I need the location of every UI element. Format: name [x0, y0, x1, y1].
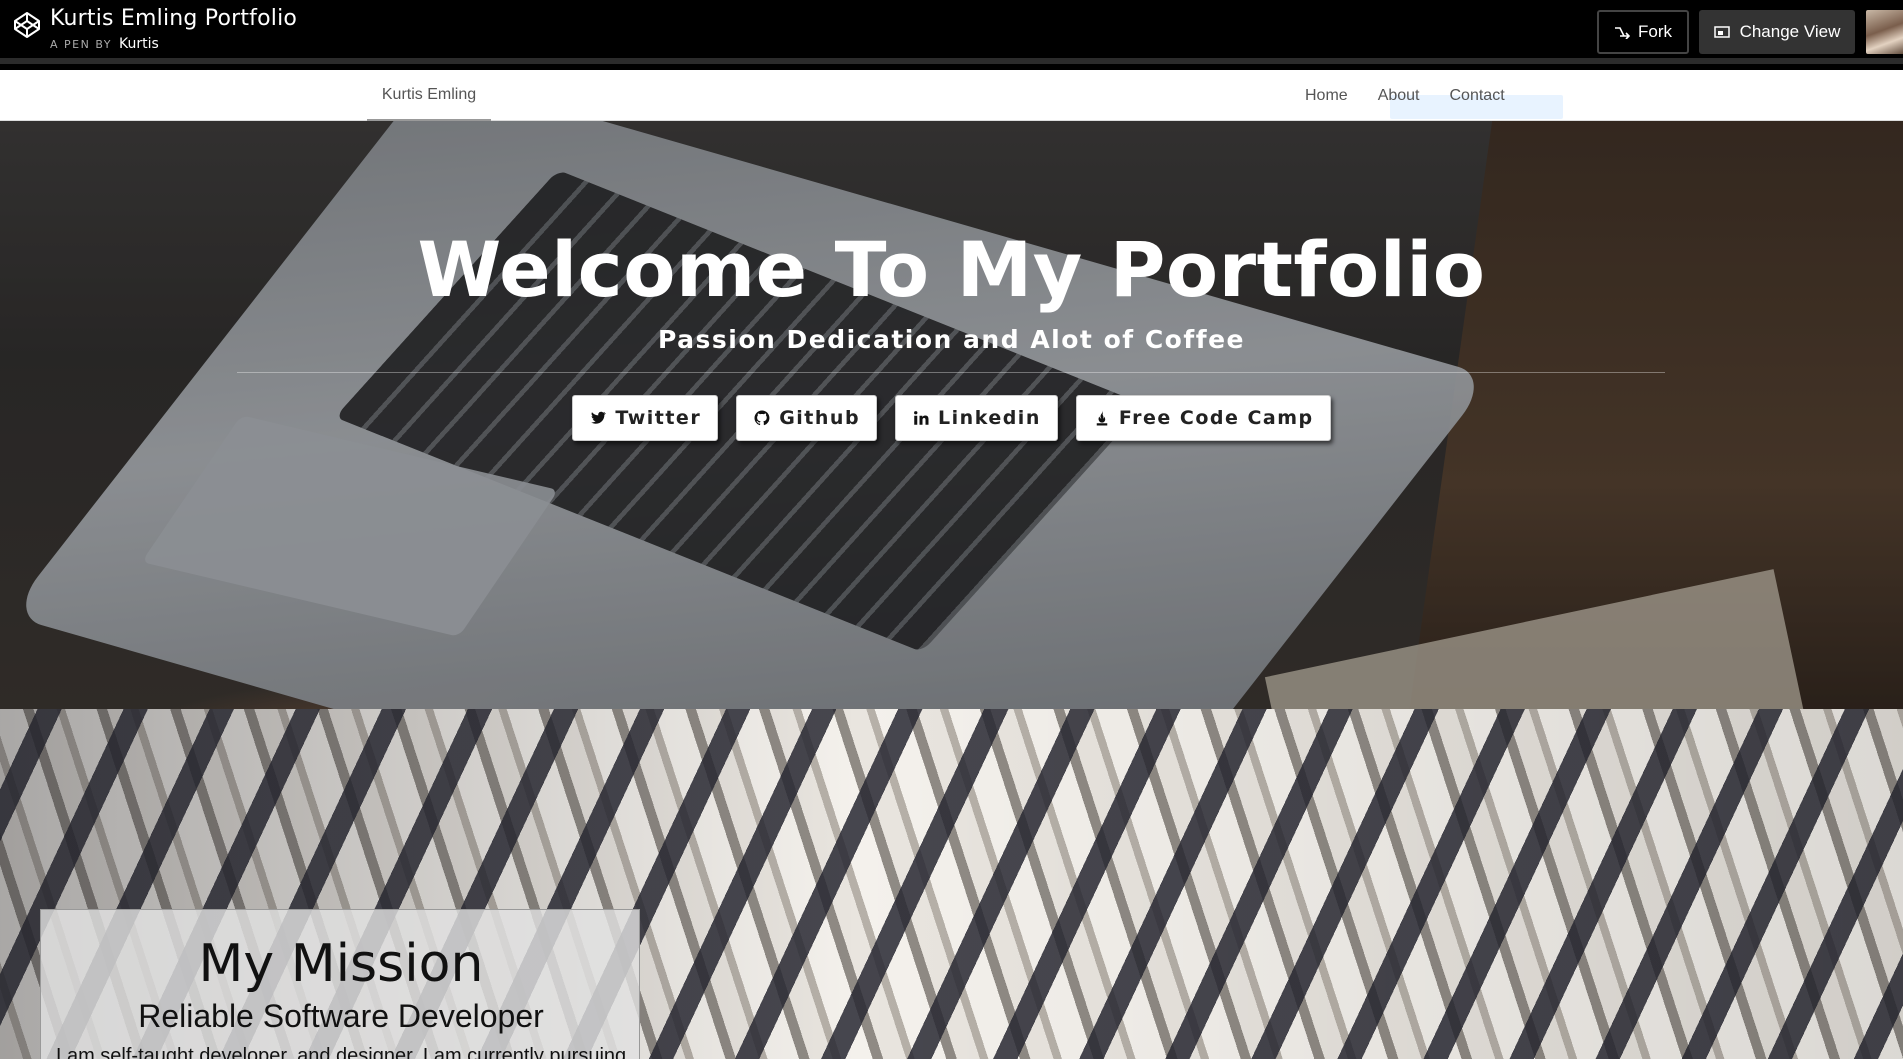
- nav-link-home[interactable]: Home: [1305, 87, 1348, 105]
- codepen-logo-icon[interactable]: [12, 10, 42, 40]
- pen-title: Kurtis Emling Portfolio: [50, 6, 298, 31]
- navbar-brand[interactable]: Kurtis Emling: [367, 70, 491, 121]
- nav-link-contact[interactable]: Contact: [1450, 87, 1505, 105]
- mission-card: My Mission Reliable Software Developer I…: [40, 909, 640, 1059]
- mission-title: My Mission: [198, 934, 484, 994]
- fork-label: Fork: [1638, 22, 1672, 41]
- github-label: Github: [779, 407, 861, 429]
- github-button[interactable]: Github: [736, 395, 878, 441]
- hero-subtitle: Passion Dedication and Alot of Coffee: [657, 325, 1246, 354]
- free-code-camp-icon: [1096, 410, 1108, 426]
- hero-section: Welcome To My Portfolio Passion Dedicati…: [0, 121, 1903, 709]
- hero-title: Welcome To My Portfolio: [417, 225, 1486, 314]
- linkedin-icon: [914, 411, 929, 425]
- twitter-icon: [591, 411, 607, 424]
- fork-button[interactable]: Fork: [1597, 10, 1689, 54]
- nav-links: Home About Contact: [1305, 70, 1505, 121]
- linkedin-button[interactable]: Linkedin: [895, 395, 1058, 441]
- mission-subtitle: Reliable Software Developer: [138, 998, 544, 1034]
- social-buttons: Twitter Github Linkedin Free Code Camp: [0, 395, 1903, 441]
- codepen-header: Kurtis Emling Portfolio A PEN BY Kurtis …: [0, 0, 1903, 64]
- free-code-camp-button[interactable]: Free Code Camp: [1075, 395, 1331, 441]
- twitter-label: Twitter: [615, 407, 702, 429]
- mission-section: My Mission Reliable Software Developer I…: [0, 709, 1903, 1059]
- free-code-camp-label: Free Code Camp: [1118, 407, 1314, 429]
- pen-byline: A PEN BY Kurtis: [50, 36, 159, 52]
- change-view-button[interactable]: Change View: [1699, 10, 1855, 54]
- site-navbar: Kurtis Emling Home About Contact: [0, 70, 1903, 121]
- change-view-label: Change View: [1739, 22, 1841, 41]
- linkedin-label: Linkedin: [938, 407, 1041, 429]
- user-avatar[interactable]: [1866, 10, 1903, 54]
- byline-prefix: A PEN BY: [50, 38, 112, 51]
- fork-icon: [1615, 27, 1630, 39]
- twitter-button[interactable]: Twitter: [572, 395, 719, 441]
- github-icon: [754, 410, 770, 426]
- change-view-icon: [1713, 26, 1730, 38]
- hero-divider: [237, 372, 1665, 373]
- mission-text: I am self-taught developer, and designer…: [55, 1045, 627, 1059]
- nav-link-about[interactable]: About: [1378, 87, 1420, 105]
- author-link[interactable]: Kurtis: [119, 36, 159, 52]
